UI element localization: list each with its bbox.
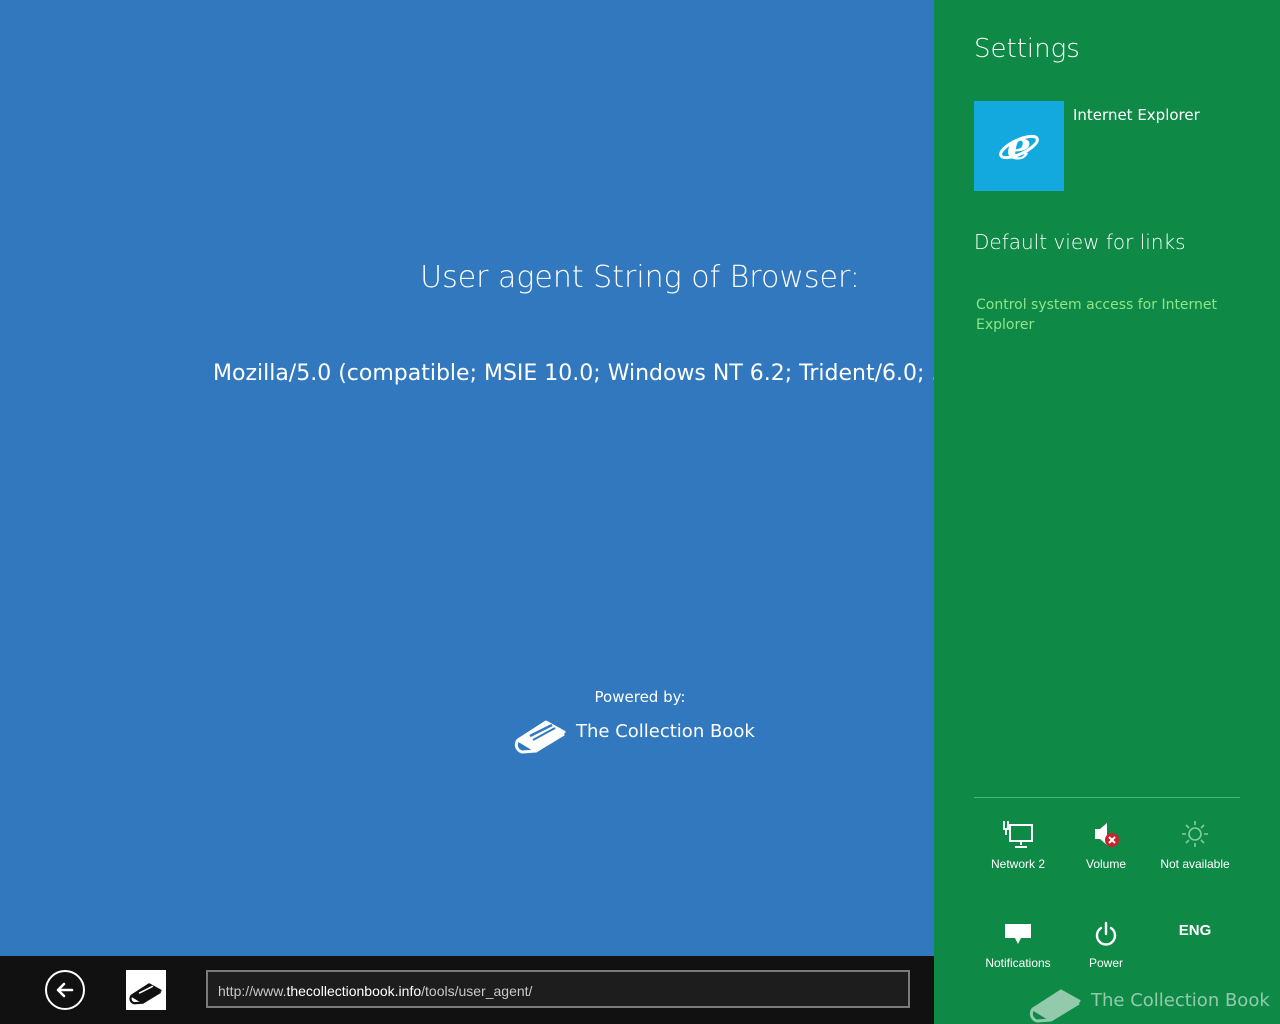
site-tab-button[interactable]	[126, 970, 166, 1010]
back-button[interactable]	[45, 970, 85, 1010]
brand-name: The Collection Book	[576, 720, 755, 742]
powered-by-label: Powered by:	[594, 688, 686, 706]
notifications-icon	[1005, 924, 1031, 944]
app-name: Internet Explorer	[1073, 106, 1200, 124]
volume-button[interactable]: Volume	[1062, 815, 1150, 871]
url-domain: thecollectionbook.info	[286, 983, 422, 999]
url-prefix: http://www.	[218, 983, 287, 999]
system-access-link[interactable]: Control system access for Internet Explo…	[976, 295, 1226, 335]
brightness-button: Not available	[1151, 815, 1239, 871]
notifications-button[interactable]: Notifications	[974, 914, 1062, 970]
app-bar: http://www.thecollectionbook.info/tools/…	[0, 956, 934, 1024]
app-tile: e	[974, 101, 1064, 191]
brightness-icon	[1182, 821, 1208, 847]
page-heading: User agent String of Browser:	[420, 260, 860, 295]
notifications-label: Notifications	[985, 956, 1051, 970]
internet-explorer-icon: e	[999, 123, 1039, 168]
network-icon	[1003, 821, 1033, 848]
volume-label: Volume	[1085, 857, 1127, 871]
settings-charm: Settings e Internet Explorer Default vie…	[934, 0, 1280, 1024]
network-label: Network 2	[990, 857, 1046, 871]
address-bar[interactable]: http://www.thecollectionbook.info/tools/…	[206, 970, 910, 1008]
svg-text:e: e	[1007, 123, 1031, 168]
book-icon	[1029, 989, 1081, 1023]
screen: User agent String of Browser: Mozilla/5.…	[0, 0, 1280, 1024]
brand-link[interactable]: The Collection Book	[514, 706, 755, 756]
brightness-label: Not available	[1160, 857, 1230, 871]
watermark: The Collection Book	[1029, 975, 1270, 1024]
user-agent-string: Mozilla/5.0 (compatible; MSIE 10.0; Wind…	[213, 361, 934, 386]
web-page: User agent String of Browser: Mozilla/5.…	[0, 0, 934, 956]
keyboard-language-label: ENG	[1178, 922, 1212, 939]
settings-title: Settings	[974, 34, 1080, 64]
network-button[interactable]: Network 2	[974, 815, 1062, 871]
volume-muted-icon	[1095, 823, 1119, 847]
divider	[974, 797, 1240, 798]
book-icon	[129, 983, 162, 1005]
power-icon	[1095, 921, 1117, 946]
back-arrow-icon	[56, 982, 74, 998]
book-icon	[514, 720, 566, 754]
default-view-link[interactable]: Default view for links	[974, 230, 1186, 254]
keyboard-language-button[interactable]: ENG	[1151, 914, 1239, 948]
power-label: Power	[1088, 956, 1123, 970]
watermark-text: The Collection Book	[1091, 989, 1270, 1011]
power-button[interactable]: Power	[1062, 914, 1150, 970]
url-path: /tools/user_agent/	[421, 983, 533, 999]
